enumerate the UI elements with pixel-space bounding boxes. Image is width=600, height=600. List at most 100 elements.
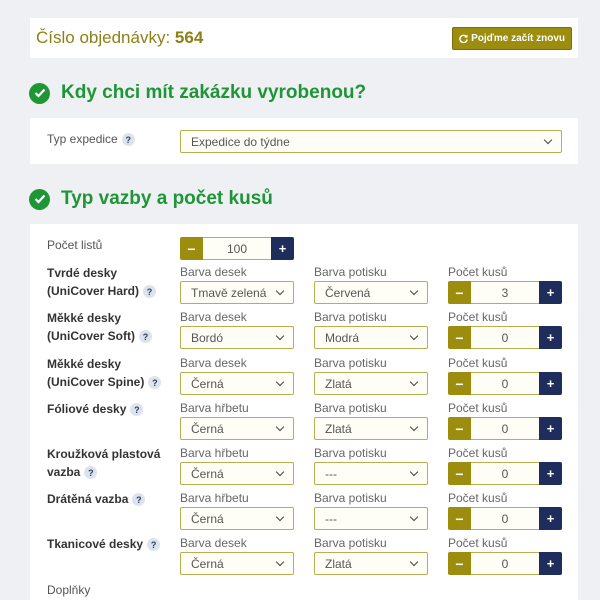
cover-color-select[interactable]: Černá — [180, 372, 294, 395]
help-icon[interactable]: ? — [139, 330, 152, 344]
cover-color-select[interactable]: Bordó — [180, 326, 294, 349]
decrement-button[interactable]: − — [448, 281, 471, 304]
chevron-down-icon — [275, 467, 285, 476]
quantity-label: Počet kusů — [448, 356, 508, 370]
binding-name-text: Měkké desky (UniCover Spine) — [47, 357, 145, 389]
cover-color-label: Barva desek — [180, 536, 247, 550]
quantity-stepper[interactable]: − 0 + — [448, 417, 562, 440]
cover-color-select[interactable]: Černá — [180, 507, 294, 530]
check-circle-icon — [29, 188, 50, 210]
expedition-select[interactable]: Expedice do týdne — [180, 130, 562, 153]
quantity-value[interactable]: 0 — [471, 507, 539, 530]
print-color-label: Barva potisku — [314, 310, 387, 324]
print-color-label: Barva potisku — [314, 356, 387, 370]
quantity-value[interactable]: 0 — [471, 372, 539, 395]
decrement-button[interactable]: − — [448, 417, 471, 440]
print-color-label: Barva potisku — [314, 536, 387, 550]
print-color-label: Barva potisku — [314, 265, 387, 279]
decrement-button[interactable]: − — [448, 507, 471, 530]
print-color-value: --- — [325, 511, 337, 526]
print-color-select[interactable]: Zlatá — [314, 417, 428, 440]
cover-color-label: Barva desek — [180, 265, 247, 279]
quantity-label: Počet kusů — [448, 491, 508, 505]
quantity-stepper[interactable]: − 0 + — [448, 462, 562, 485]
print-color-select[interactable]: Červená — [314, 281, 428, 304]
order-number: 564 — [174, 28, 204, 47]
quantity-value[interactable]: 0 — [471, 326, 539, 349]
help-icon[interactable]: ? — [130, 403, 144, 417]
cover-color-select[interactable]: Černá — [180, 417, 294, 440]
section-title: Kdy chci mít zakázku vyrobenou? — [61, 82, 367, 103]
decrement-button[interactable]: − — [448, 462, 471, 485]
quantity-label: Počet kusů — [448, 536, 508, 550]
cover-color-value: Černá — [191, 376, 224, 391]
quantity-stepper[interactable]: − 0 + — [448, 507, 562, 530]
increment-button[interactable]: + — [539, 372, 562, 395]
binding-name: Měkké desky (UniCover Soft)? — [47, 309, 165, 345]
sheets-stepper[interactable]: − 100 + — [180, 237, 294, 260]
print-color-select[interactable]: Zlatá — [314, 552, 428, 575]
section-binding-heading: Typ vazby a počet kusů — [29, 188, 273, 210]
decrement-button[interactable]: − — [448, 372, 471, 395]
print-color-select[interactable]: --- — [314, 507, 428, 530]
help-icon[interactable]: ? — [121, 133, 135, 147]
help-icon[interactable]: ? — [132, 493, 146, 507]
increment-button[interactable]: + — [539, 552, 562, 575]
increment-button[interactable]: + — [539, 417, 562, 440]
print-color-select[interactable]: Modrá — [314, 326, 428, 349]
quantity-value[interactable]: 0 — [471, 417, 539, 440]
binding-name-text: Tkanicové desky — [47, 537, 144, 551]
print-color-select[interactable]: --- — [314, 462, 428, 485]
help-icon[interactable]: ? — [148, 376, 162, 390]
cover-color-select[interactable]: Černá — [180, 552, 294, 575]
increment-button[interactable]: + — [539, 326, 562, 349]
print-color-value: --- — [325, 466, 337, 481]
quantity-stepper[interactable]: − 0 + — [448, 552, 562, 575]
cover-color-select[interactable]: Tmavě zelená — [180, 281, 294, 304]
increment-button[interactable]: + — [539, 281, 562, 304]
chevron-down-icon — [409, 377, 419, 386]
cover-color-value: Černá — [191, 466, 224, 481]
sheets-value[interactable]: 100 — [203, 237, 271, 260]
binding-name-text: Fóliové desky — [47, 402, 127, 416]
decrement-button[interactable]: − — [448, 552, 471, 575]
help-icon[interactable]: ? — [84, 466, 98, 480]
order-title: Číslo objednávky: 564 — [36, 28, 203, 48]
binding-name-text: Kroužková plastová vazba — [47, 447, 161, 479]
binding-card: Počet listů − 100 + Tvrdé desky (UniCove… — [30, 224, 578, 600]
decrement-button[interactable]: − — [180, 237, 203, 260]
quantity-stepper[interactable]: − 0 + — [448, 326, 562, 349]
increment-button[interactable]: + — [539, 507, 562, 530]
chevron-down-icon — [543, 135, 553, 144]
section-delivery-heading: Kdy chci mít zakázku vyrobenou? — [29, 82, 366, 104]
increment-button[interactable]: + — [539, 462, 562, 485]
binding-name: Kroužková plastová vazba? — [47, 445, 165, 481]
help-icon[interactable]: ? — [143, 285, 157, 299]
increment-button[interactable]: + — [271, 237, 294, 260]
cover-color-label: Barva desek — [180, 310, 247, 324]
print-color-label: Barva potisku — [314, 401, 387, 415]
print-color-select[interactable]: Zlatá — [314, 372, 428, 395]
quantity-stepper[interactable]: − 0 + — [448, 372, 562, 395]
chevron-down-icon — [409, 557, 419, 566]
extras-label: Doplňky — [47, 583, 91, 597]
expedition-label: Typ expedice — [47, 132, 118, 146]
chevron-down-icon — [409, 512, 419, 521]
quantity-stepper[interactable]: − 3 + — [448, 281, 562, 304]
cover-color-label: Barva hřbetu — [180, 401, 249, 415]
chevron-down-icon — [409, 467, 419, 476]
quantity-value[interactable]: 3 — [471, 281, 539, 304]
check-circle-icon — [29, 82, 50, 104]
binding-name: Fóliové desky? — [47, 400, 165, 418]
restart-button[interactable]: Pojďme začít znovu — [452, 26, 572, 50]
cover-color-select[interactable]: Černá — [180, 462, 294, 485]
help-icon[interactable]: ? — [147, 538, 161, 552]
binding-name-text: Měkké desky (UniCover Soft) — [47, 311, 135, 343]
quantity-value[interactable]: 0 — [471, 552, 539, 575]
print-color-value: Zlatá — [325, 376, 352, 391]
sheets-label: Počet listů — [47, 238, 103, 252]
binding-name: Tkanicové desky? — [47, 535, 165, 553]
decrement-button[interactable]: − — [448, 326, 471, 349]
expedition-value: Expedice do týdne — [191, 134, 290, 149]
quantity-value[interactable]: 0 — [471, 462, 539, 485]
